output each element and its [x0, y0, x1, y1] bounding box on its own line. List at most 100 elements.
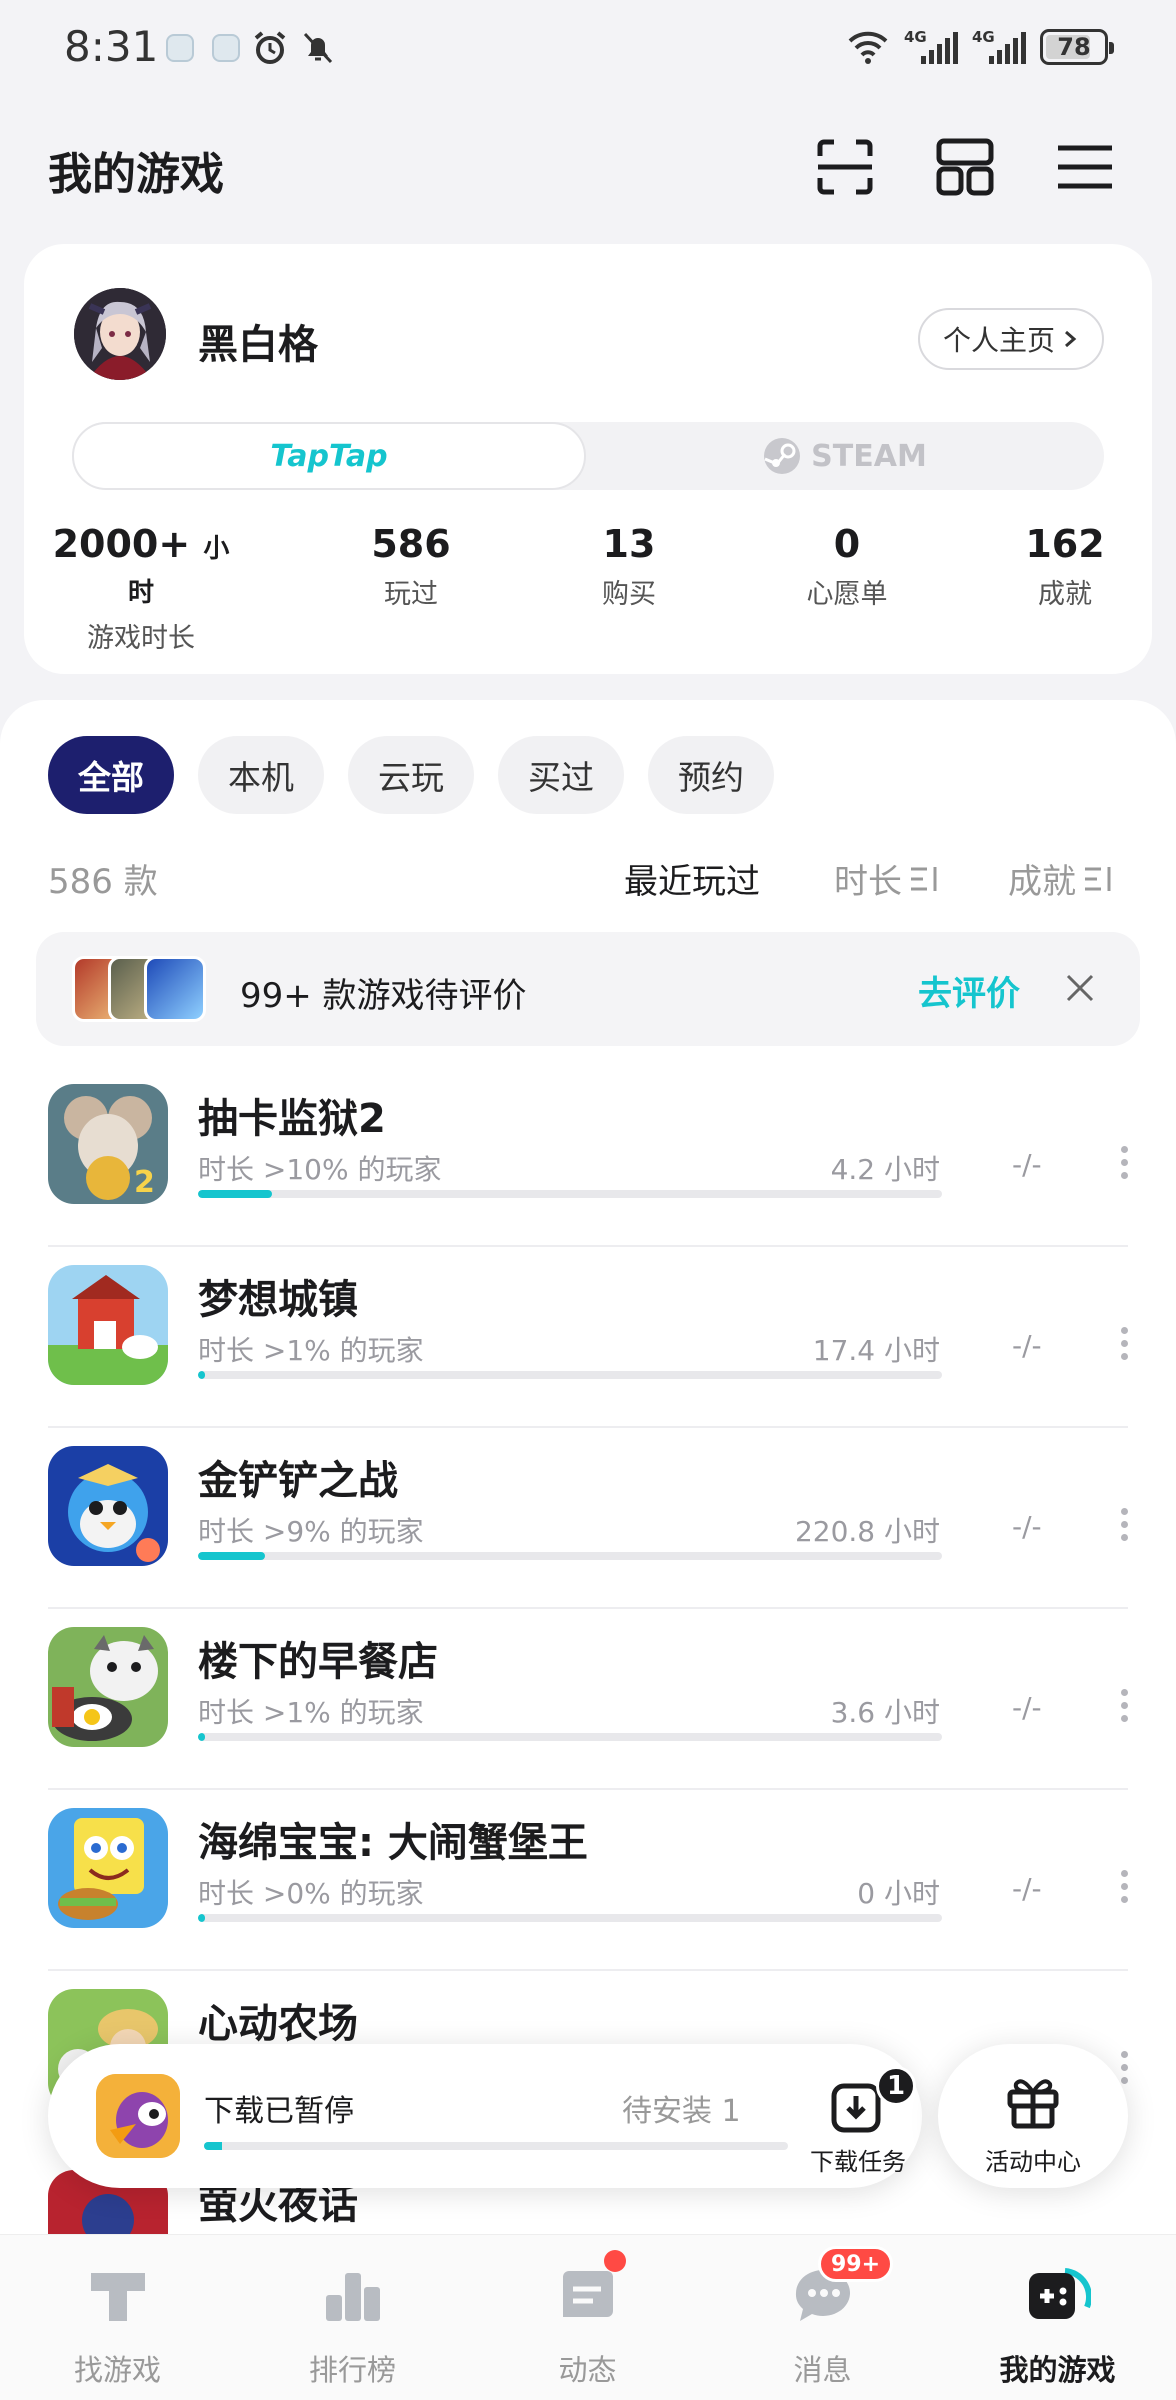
- game-name: 金铲铲之战: [198, 1458, 398, 1504]
- game-score: -/-: [1012, 1872, 1042, 1905]
- svg-text:2: 2: [134, 1165, 155, 1200]
- stat-label: 购买: [602, 579, 656, 610]
- download-tasks-button[interactable]: 1 下载任务: [806, 2062, 916, 2176]
- avatar[interactable]: [74, 288, 166, 380]
- more-options-icon[interactable]: [1116, 1870, 1132, 1910]
- game-count: 586 款: [48, 862, 158, 902]
- feed-icon: [563, 2271, 613, 2317]
- download-pending-count: 待安装 1: [622, 2094, 741, 2129]
- game-name: 心动农场: [198, 2001, 358, 2047]
- more-options-icon[interactable]: [1116, 1689, 1132, 1729]
- alarm-icon: [254, 31, 286, 64]
- filter-chip-local[interactable]: 本机: [198, 736, 324, 814]
- status-time: 8:31: [64, 22, 159, 71]
- download-bar[interactable]: 下载已暂停 待安装 1 1 下载任务: [48, 2044, 922, 2188]
- playtime-progress: [198, 1914, 942, 1922]
- game-icon: [48, 1627, 168, 1747]
- stat-played[interactable]: 586 玩过: [318, 522, 504, 611]
- nav-find-games[interactable]: 找游戏: [0, 2235, 235, 2400]
- game-icon: [48, 1808, 168, 1928]
- download-progress-fill: [204, 2142, 222, 2150]
- game-row[interactable]: 海绵宝宝: 大闹蟹堡王 时长 >0% 的玩家 0 小时 -/-: [0, 1790, 1176, 1971]
- layout-icon[interactable]: [934, 136, 996, 198]
- stat-value: 162: [1025, 522, 1105, 566]
- feed-notification-dot: [604, 2250, 626, 2272]
- stat-achievements[interactable]: 162 成就: [972, 522, 1158, 611]
- game-icon: [48, 1446, 168, 1566]
- tab-steam[interactable]: STEAM: [586, 422, 1104, 490]
- taptap-logo-label: TapTap: [270, 438, 388, 474]
- game-hours: 0 小时: [857, 1877, 940, 1910]
- sort-recent-label: 最近玩过: [624, 862, 760, 902]
- progress-fill: [198, 1371, 206, 1379]
- review-action-button[interactable]: 去评价: [918, 966, 1020, 1015]
- filter-chip-bought[interactable]: 买过: [498, 736, 624, 814]
- more-options-icon[interactable]: [1116, 1508, 1132, 1548]
- status-bar: 8:31 4G 4G 78: [0, 0, 1176, 96]
- review-banner[interactable]: 99+ 款游戏待评价 去评价: [36, 932, 1140, 1046]
- filter-chip-all[interactable]: 全部: [48, 736, 174, 814]
- game-row[interactable]: 2 抽卡监狱2 时长 >10% 的玩家 4.2 小时 -/-: [0, 1066, 1176, 1247]
- rankings-icon: [326, 2273, 380, 2321]
- mute-icon: [303, 32, 333, 64]
- battery-level: 78: [1057, 33, 1091, 61]
- bottom-nav: 找游戏 排行榜 动态 消息 我的游戏: [0, 2234, 1176, 2400]
- game-score: -/-: [1012, 1510, 1042, 1543]
- sort-recent[interactable]: 最近玩过: [624, 854, 760, 903]
- game-name: 抽卡监狱2: [198, 1096, 386, 1142]
- stats-row: 2000+ 小时 游戏时长 586 玩过 13 购买 0 心愿单 162 成就: [24, 522, 1152, 654]
- stat-wishlist[interactable]: 0 心愿单: [754, 522, 940, 611]
- scan-icon[interactable]: [814, 136, 876, 198]
- more-options-icon[interactable]: [1116, 1327, 1132, 1367]
- nav-label: 消息: [793, 2353, 852, 2387]
- stat-purchased[interactable]: 13 购买: [536, 522, 722, 611]
- sort-icon: [1085, 866, 1111, 891]
- stat-label: 心愿单: [806, 579, 888, 610]
- game-row[interactable]: 梦想城镇 时长 >1% 的玩家 17.4 小时 -/-: [0, 1247, 1176, 1428]
- stat-playtime[interactable]: 2000+ 小时 游戏时长: [48, 522, 234, 655]
- app-notification-icon: [212, 34, 240, 62]
- signal-icon: 4G: [904, 28, 958, 66]
- menu-icon[interactable]: [1054, 136, 1116, 198]
- sort-playtime-label: 时长: [834, 862, 902, 902]
- username: 黑白格: [198, 322, 318, 368]
- game-name: 海绵宝宝: 大闹蟹堡王: [198, 1820, 588, 1866]
- profile-homepage-label: 个人主页: [942, 324, 1055, 357]
- more-options-icon[interactable]: [1116, 1146, 1132, 1186]
- status-right-group: 4G 4G 78: [846, 28, 1114, 66]
- tab-taptap[interactable]: TapTap: [72, 422, 586, 490]
- profile-homepage-button[interactable]: 个人主页: [918, 308, 1104, 370]
- my-games-icon: [1029, 2268, 1091, 2319]
- game-row[interactable]: 楼下的早餐店 时长 >1% 的玩家 3.6 小时 -/-: [0, 1609, 1176, 1790]
- game-playtime-rank: 时长 >0% 的玩家: [198, 1877, 424, 1910]
- sort-playtime[interactable]: 时长: [834, 854, 940, 903]
- sort-achievements[interactable]: 成就: [1008, 854, 1114, 903]
- game-row[interactable]: 金铲铲之战 时长 >9% 的玩家 220.8 小时 -/-: [0, 1428, 1176, 1609]
- filter-chip-reserved[interactable]: 预约: [648, 736, 774, 814]
- nav-label: 我的游戏: [999, 2353, 1116, 2387]
- stat-value: 2000+: [52, 522, 191, 566]
- game-hours: 4.2 小时: [830, 1153, 940, 1186]
- stat-label: 游戏时长: [87, 623, 195, 654]
- sort-achievements-label: 成就: [1008, 862, 1076, 902]
- download-tasks-label: 下载任务: [810, 2148, 906, 2176]
- nav-my-games[interactable]: 我的游戏: [940, 2235, 1175, 2400]
- stat-value: 13: [602, 522, 656, 566]
- page-header: 我的游戏: [0, 130, 1176, 210]
- game-score: -/-: [1012, 1691, 1042, 1724]
- nav-feed[interactable]: 动态: [470, 2235, 705, 2400]
- playtime-progress: [198, 1371, 942, 1379]
- game-thumbnail-icon: [144, 956, 206, 1022]
- filter-chip-cloud[interactable]: 云玩: [348, 736, 474, 814]
- progress-fill: [198, 1190, 273, 1198]
- game-score: -/-: [1012, 1329, 1042, 1362]
- gift-icon: [1007, 2079, 1059, 2129]
- stat-label: 玩过: [384, 579, 438, 610]
- activity-center-button[interactable]: 活动中心: [938, 2044, 1128, 2188]
- nav-label: 排行榜: [308, 2353, 396, 2387]
- game-icon: 2: [48, 1084, 168, 1204]
- game-name: 梦想城镇: [198, 1277, 358, 1323]
- close-icon[interactable]: [1060, 968, 1100, 1008]
- nav-rankings[interactable]: 排行榜: [235, 2235, 470, 2400]
- find-games-icon: [91, 2273, 145, 2321]
